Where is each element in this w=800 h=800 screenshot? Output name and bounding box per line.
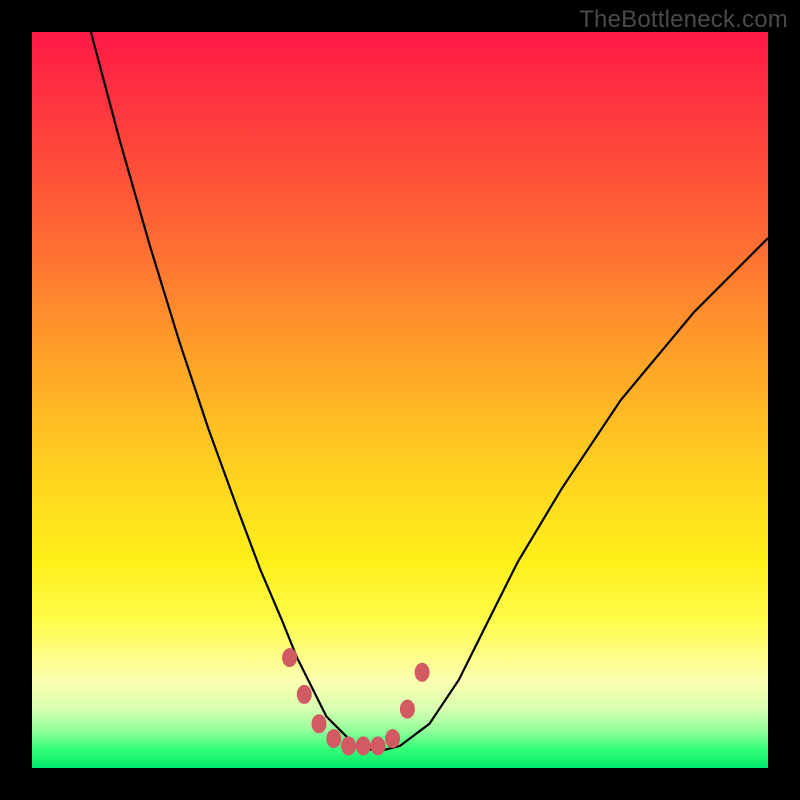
bottleneck-curve: [91, 32, 768, 750]
highlight-dot: [386, 730, 400, 748]
highlight-dot: [327, 730, 341, 748]
highlight-dot: [297, 685, 311, 703]
watermark-label: TheBottleneck.com: [579, 6, 788, 34]
highlight-dot: [371, 737, 385, 755]
highlight-dot: [415, 663, 429, 681]
highlight-dot: [342, 737, 356, 755]
highlight-dot: [283, 649, 297, 667]
plot-area: [32, 32, 768, 768]
highlight-dots-group: [283, 649, 430, 755]
highlight-dot: [312, 715, 326, 733]
highlight-dot: [356, 737, 370, 755]
highlight-dot: [400, 700, 414, 718]
chart-svg: [32, 32, 768, 768]
chart-frame: TheBottleneck.com: [0, 0, 800, 800]
